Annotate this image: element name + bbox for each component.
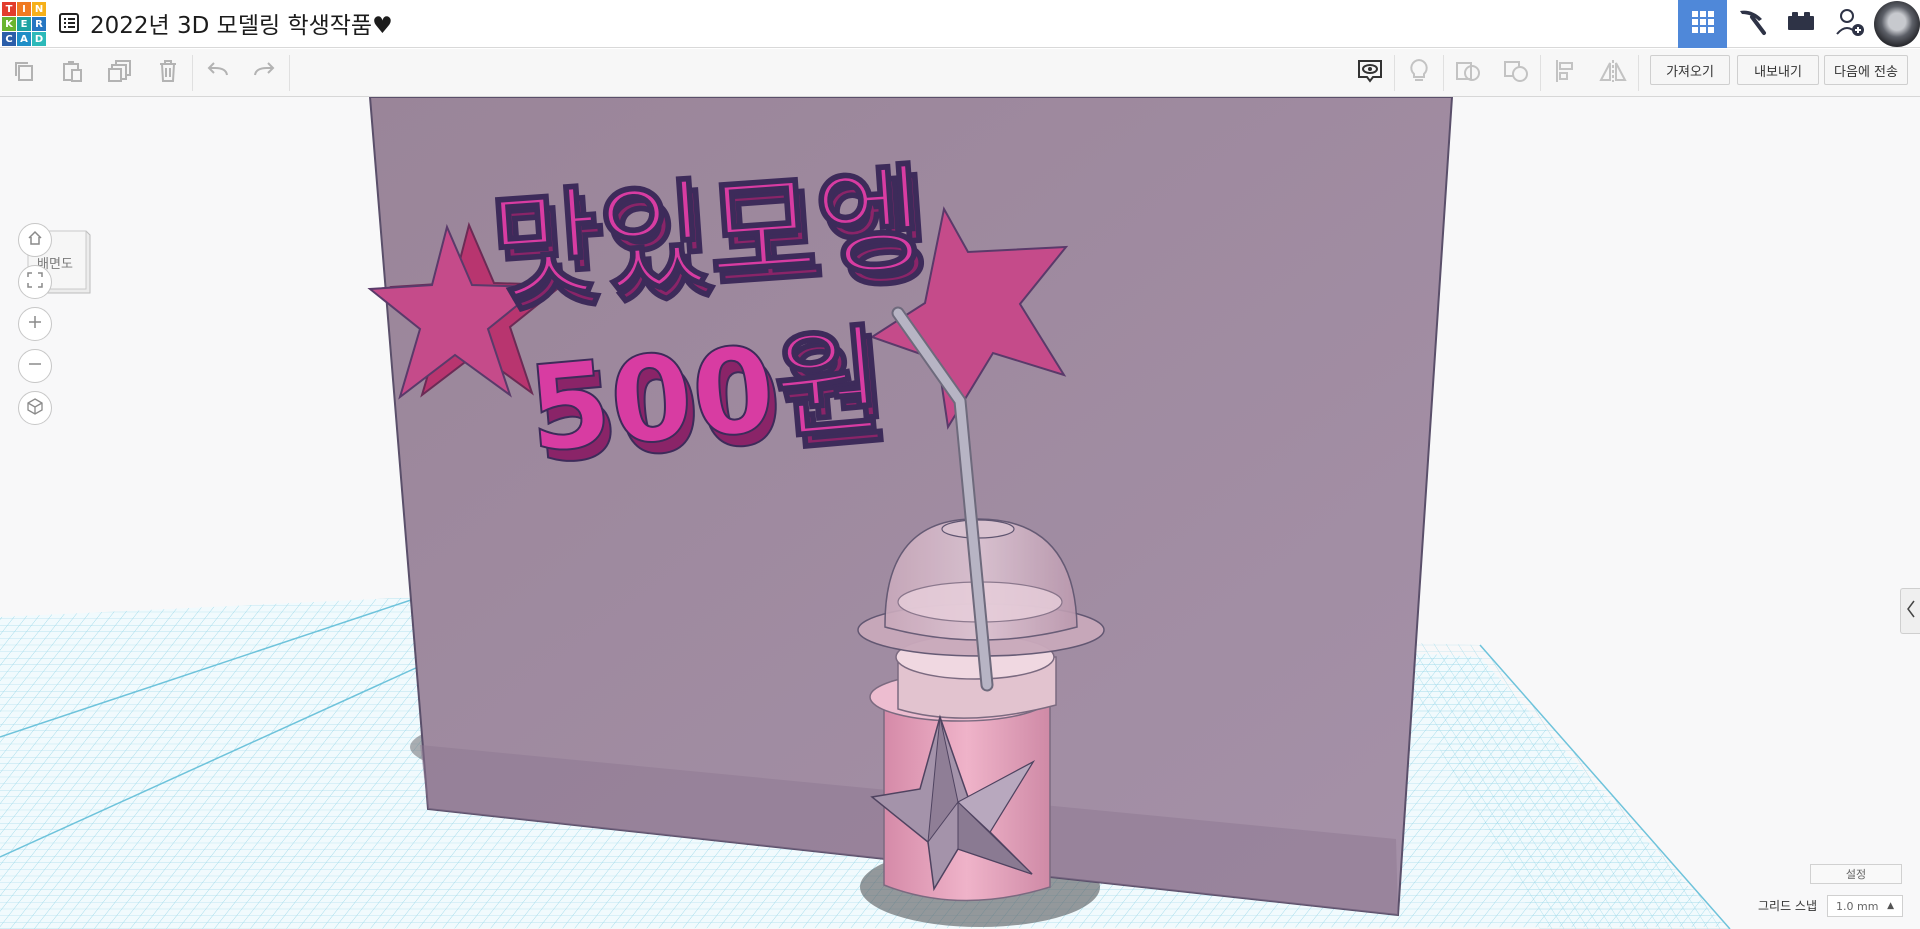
logo-letter: C: [2, 32, 16, 46]
lightbulb-icon: [1408, 58, 1430, 88]
blocks-view-button[interactable]: [1727, 0, 1776, 48]
undo-button[interactable]: [194, 49, 242, 97]
3d-design-view-button[interactable]: [1678, 0, 1727, 48]
grid-snap-select[interactable]: 1.0 mm ▲: [1827, 895, 1903, 917]
cube-icon: [26, 397, 44, 419]
logo-letter: D: [32, 32, 46, 46]
top-bar: T I N K E R C A D 2022년 3D 모델링 학생작품♥: [0, 0, 1920, 48]
logo-letter: A: [17, 32, 31, 46]
logo-letter: R: [32, 17, 46, 31]
logo-letter: I: [17, 2, 31, 16]
fit-all-button[interactable]: [18, 265, 52, 299]
light-button[interactable]: [1395, 49, 1443, 97]
scene-canvas[interactable]: 맛있모엥 맛있모엥 500원 500원: [0, 97, 1920, 929]
design-list-icon[interactable]: [56, 10, 82, 36]
bricks-view-button[interactable]: [1776, 0, 1825, 48]
grid-snap-label: 그리드 스냅: [1758, 899, 1818, 913]
minus-icon: [27, 356, 43, 376]
paste-icon: [60, 59, 84, 87]
notes-eye-icon: [1356, 57, 1384, 89]
design-title-bar: 2022년 3D 모델링 학생작품♥: [56, 6, 393, 40]
group-button[interactable]: [1492, 49, 1540, 97]
zoom-in-button[interactable]: [18, 307, 52, 341]
mirror-button[interactable]: [1589, 49, 1637, 97]
notes-button[interactable]: [1346, 49, 1394, 97]
toolbar-divider: [289, 55, 290, 91]
top-right-group: [1678, 0, 1920, 48]
shapes-panel-toggle[interactable]: [1900, 588, 1920, 634]
copy-button[interactable]: [0, 49, 48, 97]
home-view-button[interactable]: [18, 223, 52, 257]
group-icon: [1502, 58, 1530, 88]
duplicate-button[interactable]: [96, 49, 144, 97]
align-button[interactable]: [1541, 49, 1589, 97]
design-title[interactable]: 2022년 3D 모델링 학생작품♥: [90, 6, 393, 40]
logo-letter: E: [17, 17, 31, 31]
redo-icon: [252, 61, 276, 85]
brick-icon: [1786, 10, 1816, 38]
grid-icon: [1691, 10, 1715, 38]
plus-icon: [27, 314, 43, 334]
trash-icon: [157, 59, 179, 87]
paste-button[interactable]: [48, 49, 96, 97]
chevron-left-icon: [1906, 600, 1916, 622]
caret-up-icon: ▲: [1887, 901, 1894, 911]
perspective-toggle-button[interactable]: [18, 391, 52, 425]
shape-icon: [1454, 58, 1482, 88]
3d-workplane-viewport[interactable]: 맛있모엥 맛있모엥 500원 500원 배면도: [0, 97, 1920, 929]
toolbar-divider: [192, 55, 193, 91]
add-user-icon: [1834, 6, 1866, 42]
add-user-button[interactable]: [1825, 0, 1874, 48]
grid-snap-value: 1.0 mm: [1836, 899, 1879, 913]
user-avatar[interactable]: [1874, 1, 1920, 47]
logo-letter: T: [2, 2, 16, 16]
fit-view-icon: [27, 272, 43, 292]
align-icon: [1553, 58, 1577, 88]
pickaxe-icon: [1736, 8, 1768, 40]
logo-letter: K: [2, 17, 16, 31]
settings-button[interactable]: 설정: [1810, 864, 1902, 884]
mirror-icon: [1598, 58, 1628, 88]
undo-icon: [206, 61, 230, 85]
send-to-button[interactable]: 다음에 전송: [1824, 55, 1908, 85]
redo-button[interactable]: [240, 49, 288, 97]
shape-generator-button[interactable]: [1444, 49, 1492, 97]
edit-toolbar: 가져오기 내보내기 다음에 전송: [0, 49, 1920, 97]
export-button[interactable]: 내보내기: [1737, 55, 1819, 85]
logo-letter: N: [32, 2, 46, 16]
duplicate-icon: [107, 58, 133, 88]
zoom-out-button[interactable]: [18, 349, 52, 383]
delete-button[interactable]: [144, 49, 192, 97]
toolbar-divider: [1638, 55, 1639, 91]
tinkercad-logo[interactable]: T I N K E R C A D: [0, 0, 46, 46]
copy-icon: [12, 59, 36, 87]
import-button[interactable]: 가져오기: [1650, 55, 1730, 85]
home-icon: [27, 230, 43, 250]
